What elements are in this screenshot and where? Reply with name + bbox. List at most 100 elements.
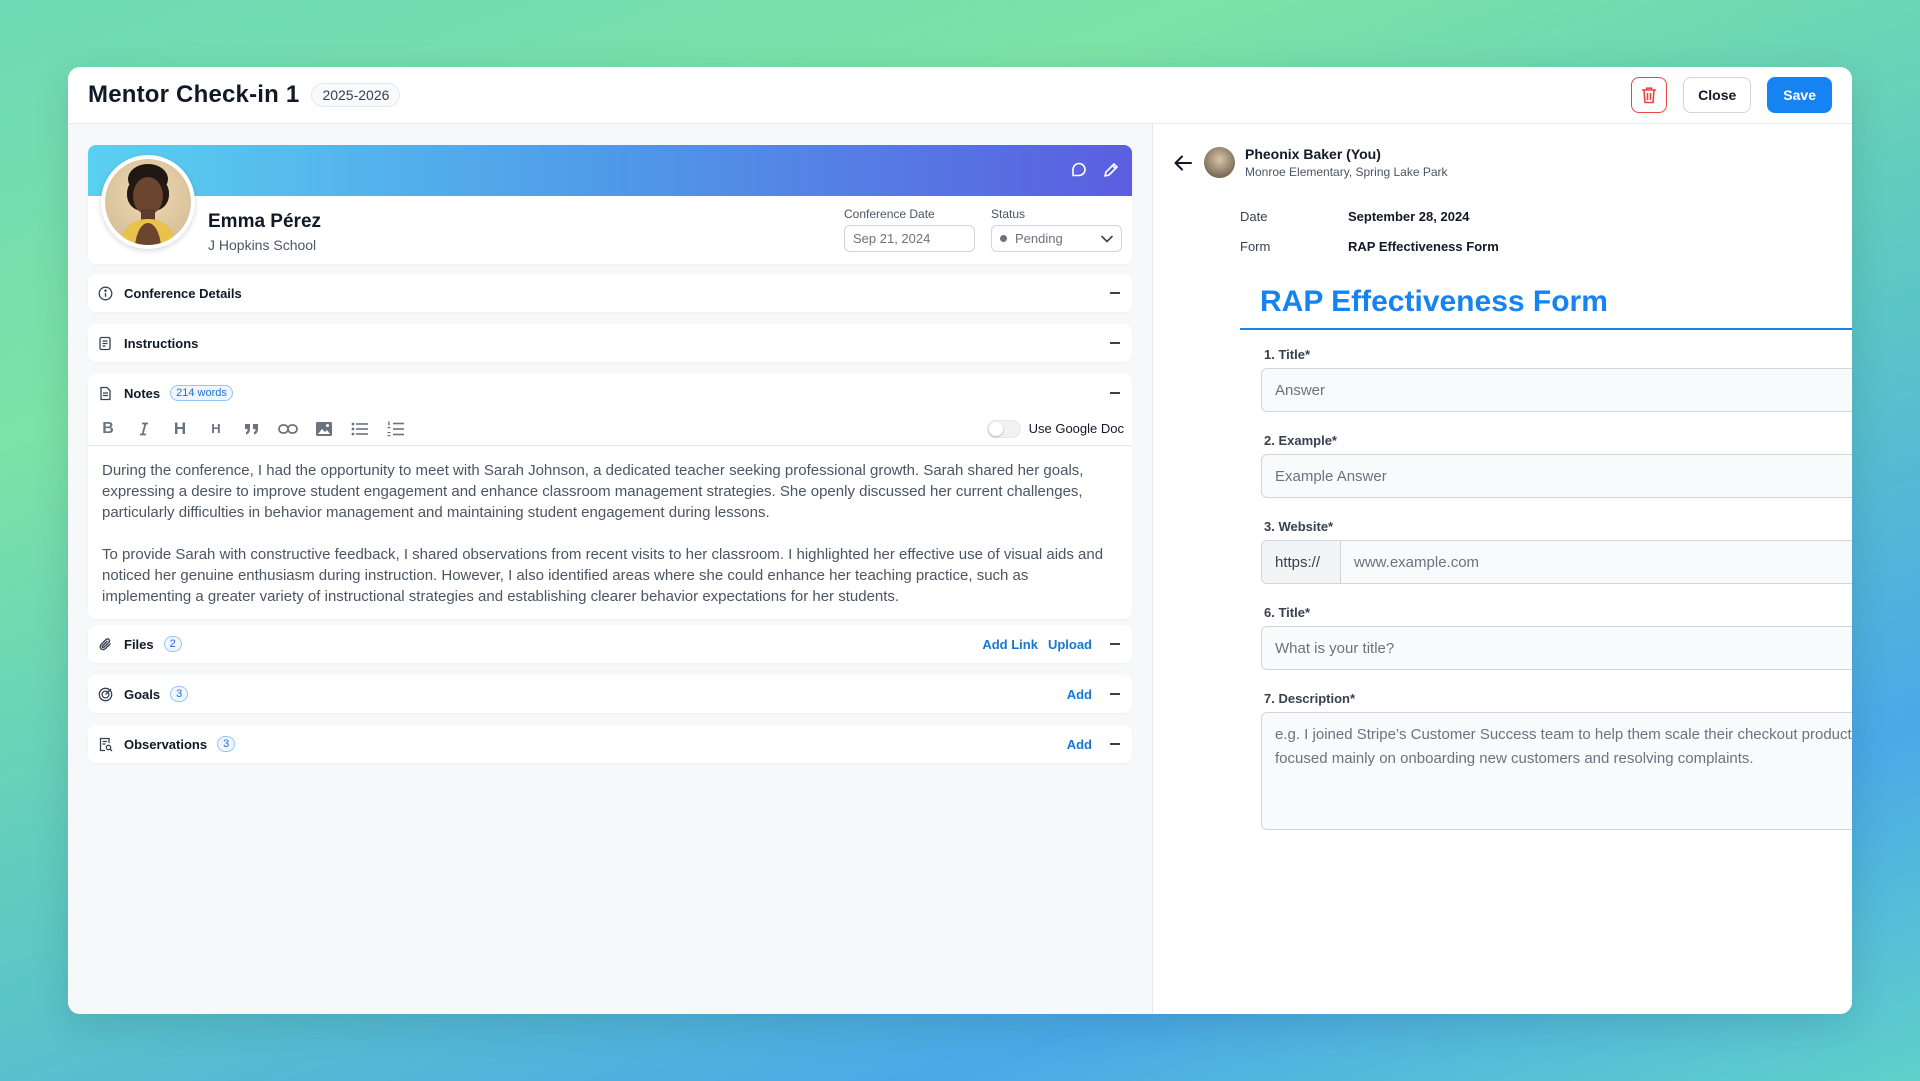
left-pane: Emma Pérez J Hopkins School Conference D… <box>68 124 1153 1014</box>
website-input[interactable]: https:// www.example.com <box>1261 540 1852 584</box>
question-label: 6. Title* <box>1264 605 1311 620</box>
avatar-photo <box>105 159 191 245</box>
author-avatar <box>1204 147 1235 178</box>
italic-icon[interactable] <box>132 417 156 441</box>
conference-date-input[interactable]: Sep 21, 2024 <box>844 225 975 252</box>
question-label: 3. Website* <box>1264 519 1334 534</box>
files-count-badge: 2 <box>163 636 182 652</box>
heading-small-icon[interactable]: H <box>204 417 228 441</box>
observations-count-badge: 3 <box>217 736 236 752</box>
banner-icons <box>1070 161 1120 179</box>
title-input[interactable]: Answer <box>1261 368 1852 412</box>
form-label: Form <box>1240 239 1271 254</box>
section-instructions[interactable]: Instructions <box>88 324 1132 362</box>
section-title: Files <box>124 636 154 652</box>
document-list-icon <box>98 335 114 351</box>
question-label: 1. Title* <box>1264 347 1311 362</box>
bold-icon[interactable]: B <box>96 417 120 441</box>
editor-toolbar: B H H Use Google Doc <box>88 412 1132 446</box>
author-school: Monroe Elementary, Spring Lake Park <box>1245 165 1448 179</box>
google-doc-toggle-label: Use Google Doc <box>1028 421 1124 436</box>
bullet-list-icon[interactable] <box>348 417 372 441</box>
collapse-icon[interactable] <box>1110 643 1120 645</box>
collapse-icon[interactable] <box>1110 292 1120 294</box>
add-link-button[interactable]: Add Link <box>982 637 1038 652</box>
collapse-icon[interactable] <box>1110 693 1120 695</box>
section-title: Conference Details <box>124 285 242 301</box>
author-name: Pheonix Baker (You) <box>1245 146 1381 162</box>
description-textarea[interactable]: e.g. I joined Stripe’s Customer Success … <box>1261 712 1852 830</box>
status-dot <box>1000 235 1007 242</box>
form-heading: RAP Effectiveness Form <box>1240 283 1852 330</box>
profile-name: Emma Pérez <box>208 211 322 232</box>
save-button[interactable]: Save <box>1767 77 1832 113</box>
goals-count-badge: 3 <box>170 686 189 702</box>
add-observation-button[interactable]: Add <box>1067 737 1092 752</box>
avatar <box>101 155 195 249</box>
upload-button[interactable]: Upload <box>1048 637 1092 652</box>
profile-school: J Hopkins School <box>208 237 317 253</box>
modal-header: Mentor Check-in 1 2025-2026 Close Save <box>68 67 1852 124</box>
check-in-modal: Mentor Check-in 1 2025-2026 Close Save E… <box>68 67 1852 1014</box>
form-title: RAP Effectiveness Form <box>1260 285 1608 318</box>
form-value: RAP Effectiveness Form <box>1348 239 1499 254</box>
section-conference-details[interactable]: Conference Details <box>88 274 1132 312</box>
question-label: 2. Example* <box>1264 433 1337 448</box>
status-select[interactable]: Pending <box>991 225 1122 252</box>
google-doc-toggle[interactable] <box>986 419 1021 438</box>
paperclip-icon <box>98 636 114 652</box>
numbered-list-icon[interactable] <box>384 417 408 441</box>
date-value: September 28, 2024 <box>1348 209 1470 224</box>
notes-paragraph: During the conference, I had the opportu… <box>102 462 1084 521</box>
conference-date-label: Conference Date <box>844 207 935 221</box>
right-pane: Pheonix Baker (You) Monroe Elementary, S… <box>1154 124 1852 1014</box>
document-icon <box>98 385 114 401</box>
notes-paragraph: To provide Sarah with constructive feedb… <box>102 546 1104 605</box>
job-title-input[interactable]: What is your title? <box>1261 626 1852 670</box>
form-row: Form RAP Effectiveness Form <box>1240 239 1499 254</box>
word-count-badge: 214 words <box>170 385 233 401</box>
profile-banner <box>88 145 1132 196</box>
back-arrow-icon[interactable] <box>1174 155 1192 171</box>
website-placeholder: www.example.com <box>1354 553 1480 571</box>
status-value: Pending <box>1015 231 1063 246</box>
section-observations[interactable]: Observations 3 Add <box>88 725 1132 763</box>
url-prefix: https:// <box>1262 541 1341 583</box>
section-goals[interactable]: Goals 3 Add <box>88 675 1132 713</box>
quote-icon[interactable] <box>240 417 264 441</box>
collapse-icon[interactable] <box>1110 392 1120 394</box>
section-notes: Notes 214 words B H H Use Google Doc Dur… <box>88 374 1132 619</box>
collapse-icon[interactable] <box>1110 342 1120 344</box>
section-title: Notes <box>124 385 161 401</box>
author-info: Pheonix Baker (You) Monroe Elementary, S… <box>1245 146 1448 179</box>
page-title: Mentor Check-in 1 <box>88 81 300 108</box>
notes-header[interactable]: Notes 214 words <box>88 374 1132 412</box>
status-field: Status Pending <box>991 207 1122 252</box>
target-icon <box>98 686 114 702</box>
google-doc-toggle-group: Use Google Doc <box>986 419 1124 438</box>
chevron-down-icon <box>1101 235 1113 243</box>
date-label: Date <box>1240 209 1268 224</box>
section-files[interactable]: Files 2 Add Link Upload <box>88 625 1132 663</box>
section-title: Goals <box>124 686 161 702</box>
question-label: 7. Description* <box>1264 691 1356 706</box>
document-search-icon <box>98 736 114 752</box>
info-icon <box>98 285 114 301</box>
year-badge: 2025-2026 <box>311 83 401 107</box>
image-icon[interactable] <box>312 417 336 441</box>
delete-button[interactable] <box>1631 77 1668 113</box>
date-row: Date September 28, 2024 <box>1240 209 1469 224</box>
notes-editor[interactable]: During the conference, I had the opportu… <box>88 446 1132 621</box>
collapse-icon[interactable] <box>1110 743 1120 745</box>
link-icon[interactable] <box>276 417 300 441</box>
profile-card: Emma Pérez J Hopkins School Conference D… <box>88 145 1132 264</box>
heading-icon[interactable]: H <box>168 417 192 441</box>
conference-date-field: Conference Date Sep 21, 2024 <box>844 207 975 252</box>
close-button[interactable]: Close <box>1683 77 1752 113</box>
example-input[interactable]: Example Answer <box>1261 454 1852 498</box>
section-title: Instructions <box>124 335 199 351</box>
section-title: Observations <box>124 736 208 752</box>
pencil-icon[interactable] <box>1102 161 1120 179</box>
chat-icon[interactable] <box>1070 161 1088 179</box>
add-goal-button[interactable]: Add <box>1067 687 1092 702</box>
